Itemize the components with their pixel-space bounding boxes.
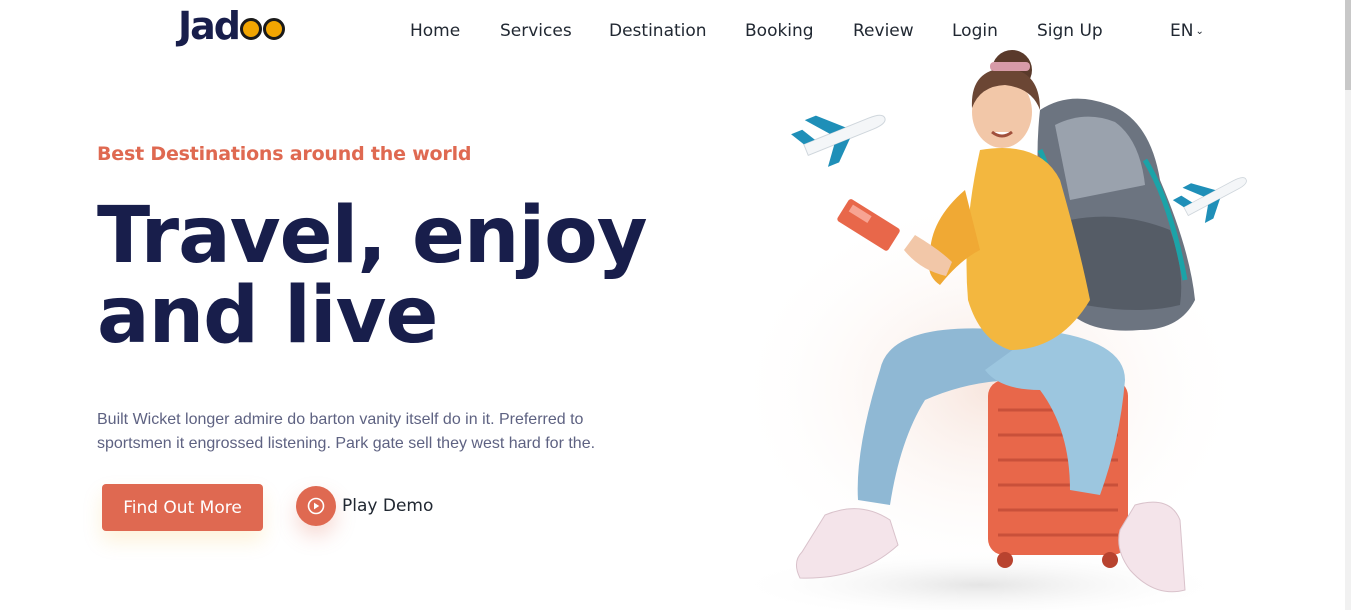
nav-review[interactable]: Review <box>853 18 914 44</box>
main-nav: Home Services Destination Booking Review… <box>410 18 1211 44</box>
nav-services[interactable]: Services <box>500 18 572 44</box>
hero-headline: Travel, enjoy and live <box>97 196 657 356</box>
nav-booking[interactable]: Booking <box>745 18 814 44</box>
airplane-icon <box>791 114 886 167</box>
nav-home[interactable]: Home <box>410 18 460 44</box>
brand-logo-text: Jad <box>178 4 241 48</box>
traveler-illustration <box>740 50 1250 610</box>
hero-headline-line1: Travel, enjoy <box>97 191 648 281</box>
person-head <box>971 50 1040 148</box>
brand-logo[interactable]: Jad <box>178 4 285 48</box>
play-demo-button[interactable]: Play Demo <box>296 486 433 526</box>
hero-tagline: Best Destinations around the world <box>97 143 472 165</box>
language-label: EN <box>1170 21 1194 41</box>
page-scrollbar[interactable] <box>1345 0 1351 610</box>
nav-signup[interactable]: Sign Up <box>1037 18 1103 44</box>
hero-headline-line2: and live <box>97 271 438 361</box>
nav-login[interactable]: Login <box>952 18 998 44</box>
chevron-down-icon: ⌄ <box>1195 26 1204 37</box>
play-icon[interactable] <box>296 486 336 526</box>
brand-logo-oo <box>239 4 285 48</box>
hero-description: Built Wicket longer admire do barton van… <box>97 411 596 452</box>
language-selector[interactable]: EN ⌄ <box>1170 18 1204 45</box>
find-out-more-button[interactable]: Find Out More <box>102 484 263 531</box>
scrollbar-thumb[interactable] <box>1345 0 1351 90</box>
nav-destination[interactable]: Destination <box>609 18 707 44</box>
airplane-icon <box>1172 177 1247 223</box>
play-demo-label: Play Demo <box>342 496 434 516</box>
